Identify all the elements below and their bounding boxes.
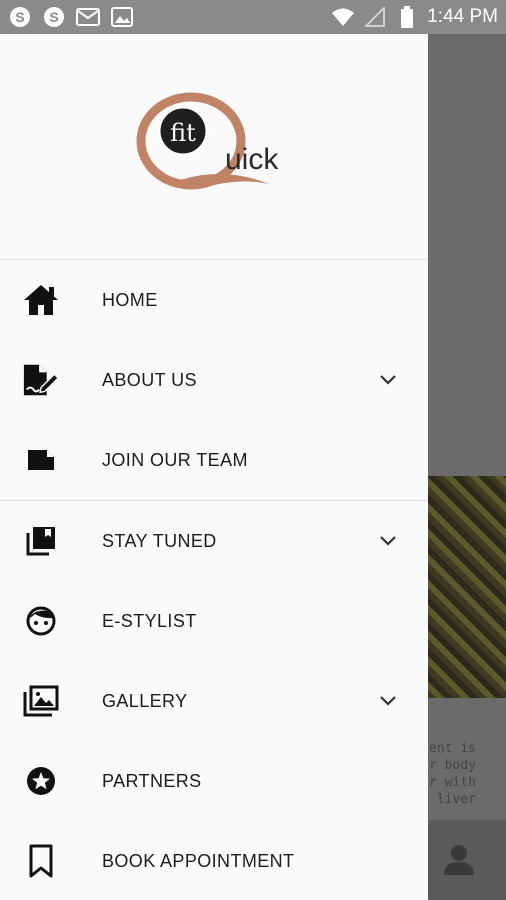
- menu-label-stay-tuned: STAY TUNED: [102, 530, 217, 551]
- menu-item-about-us[interactable]: ABOUT US: [0, 340, 428, 420]
- background-text: ent is r body r with liver: [429, 741, 476, 807]
- menu-item-gallery[interactable]: GALLERY: [0, 661, 428, 741]
- note-icon: [22, 441, 60, 479]
- library-icon: [22, 522, 60, 560]
- logo-text: uick: [225, 143, 279, 176]
- chevron-down-icon[interactable]: [376, 529, 400, 553]
- home-icon: [22, 281, 60, 319]
- face-icon: [22, 602, 60, 640]
- quickfit-logo[interactable]: fit uick: [129, 89, 299, 204]
- battery-icon: [395, 5, 419, 29]
- gmail-icon: [76, 5, 100, 29]
- svg-text:S: S: [15, 9, 24, 25]
- menu-item-e-stylist[interactable]: E-STYLIST: [0, 581, 428, 661]
- star-circle-icon: [22, 762, 60, 800]
- background-app[interactable]: ent is r body r with liver: [428, 34, 506, 900]
- edit-document-icon: [22, 361, 60, 399]
- menu-label-e-stylist: E-STYLIST: [102, 610, 197, 631]
- menu-label-partners: PARTNERS: [102, 770, 202, 791]
- navigation-drawer: fit uick HOME ABOUT US JOIN OUR TEAM STA…: [0, 34, 428, 900]
- menu-label-join-our-team: JOIN OUR TEAM: [102, 449, 248, 470]
- wifi-icon: [331, 5, 355, 29]
- menu-label-book-appointment: BOOK APPOINTMENT: [102, 850, 295, 871]
- photo-library-icon: [22, 682, 60, 720]
- menu-label-gallery: GALLERY: [102, 690, 188, 711]
- menu-section-1: HOME ABOUT US JOIN OUR TEAM: [0, 260, 428, 501]
- status-bar: S S 1:44 PM: [0, 0, 506, 34]
- skype-icon: S: [42, 5, 66, 29]
- menu-item-partners[interactable]: PARTNERS: [0, 741, 428, 821]
- skype-icon: S: [8, 5, 32, 29]
- bookmark-icon: [22, 842, 60, 880]
- menu-label-home: HOME: [102, 289, 158, 310]
- signal-icon: [363, 5, 387, 29]
- background-image: [428, 476, 506, 698]
- menu-item-home[interactable]: HOME: [0, 260, 428, 340]
- menu-label-about-us: ABOUT US: [102, 369, 197, 390]
- drawer-header: fit uick: [0, 34, 428, 260]
- svg-text:S: S: [49, 9, 58, 25]
- user-icon[interactable]: [442, 842, 476, 876]
- menu-item-book-appointment[interactable]: BOOK APPOINTMENT: [0, 821, 428, 900]
- logo-circle-text: fit: [170, 119, 196, 147]
- menu-section-2: STAY TUNED E-STYLIST GALLERY PARTNERS BO…: [0, 501, 428, 900]
- menu-item-join-our-team[interactable]: JOIN OUR TEAM: [0, 420, 428, 500]
- image-icon: [110, 5, 134, 29]
- menu-item-stay-tuned[interactable]: STAY TUNED: [0, 501, 428, 581]
- chevron-down-icon[interactable]: [376, 689, 400, 713]
- status-time: 1:44 PM: [427, 6, 498, 27]
- notification-icons: S S: [8, 5, 134, 29]
- chevron-down-icon[interactable]: [376, 368, 400, 392]
